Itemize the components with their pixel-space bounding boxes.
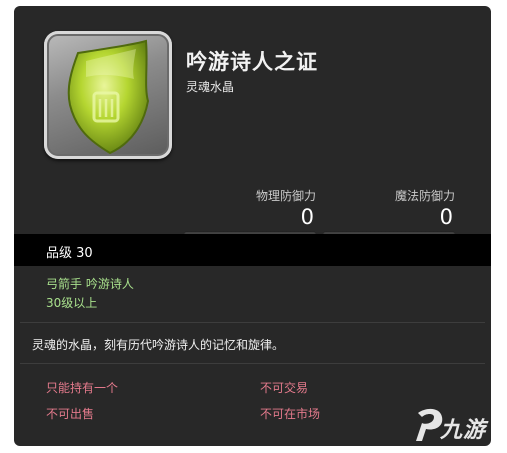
- untradable-property: 不可交易: [260, 381, 309, 395]
- divider: [20, 363, 485, 364]
- magic-defense-label: 魔法防御力: [394, 189, 455, 203]
- class-requirement: 弓箭手 吟游诗人: [46, 277, 134, 291]
- item-category: 灵魂水晶: [186, 80, 235, 94]
- item-level: 品级 30: [46, 246, 93, 261]
- magic-defense-value: 0: [439, 205, 453, 229]
- magic-defense-stat: 魔法防御力 0: [323, 187, 455, 236]
- watermark-text: 九游: [440, 418, 487, 443]
- divider: [20, 322, 485, 323]
- item-description: 灵魂的水晶，刻有历代吟游诗人的记忆和旋律。: [32, 338, 285, 352]
- physical-defense-label: 物理防御力: [255, 189, 316, 203]
- physical-defense-stat: 物理防御力 0: [184, 187, 316, 236]
- level-requirement: 30级以上: [46, 296, 98, 310]
- unique-property: 只能持有一个: [46, 381, 119, 395]
- soul-crystal-icon: [44, 31, 172, 159]
- item-name: 吟游诗人之证: [186, 50, 318, 74]
- physical-defense-value: 0: [300, 205, 314, 229]
- unsellable-property: 不可出售: [46, 407, 95, 421]
- item-level-strip: 品级 30: [14, 234, 491, 266]
- no-market-property: 不可在市场: [260, 407, 321, 421]
- item-tooltip-card: 吟游诗人之证 灵魂水晶 物理防御力 0 魔法防御力 0 品级 30 弓箭手 吟游…: [14, 6, 491, 446]
